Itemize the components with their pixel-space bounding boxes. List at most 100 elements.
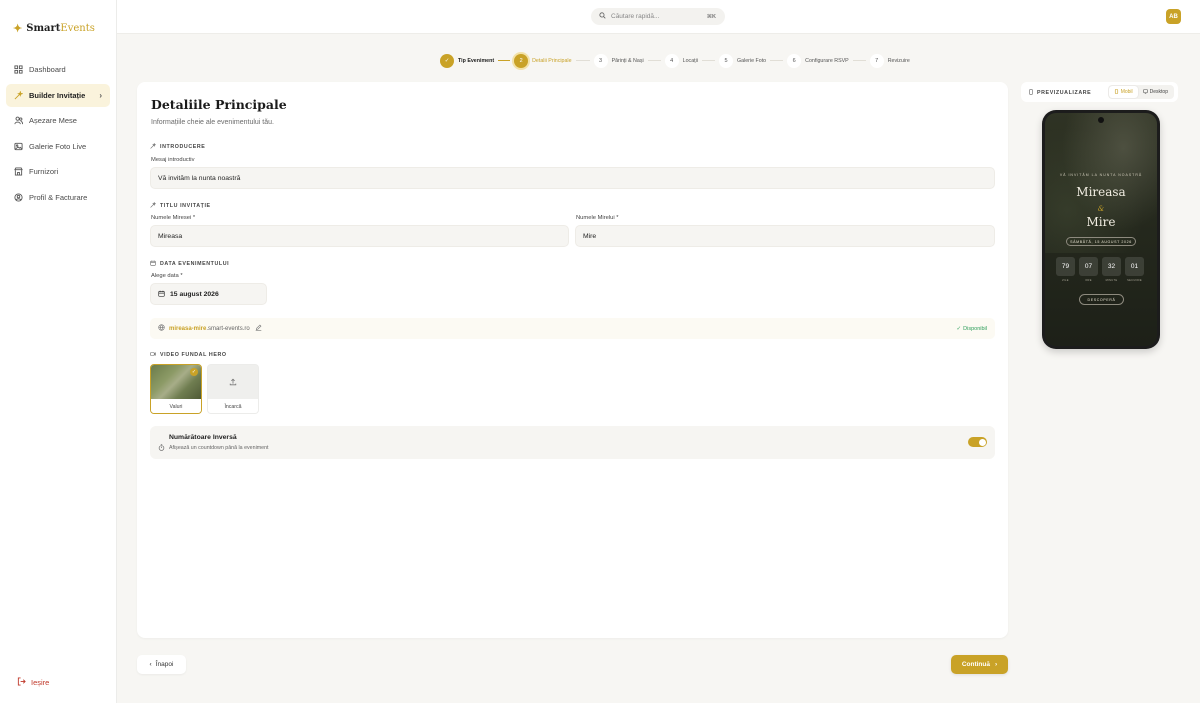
back-label: Înapoi [155, 661, 174, 668]
logout-label: Ieșire [31, 678, 50, 687]
edit-url-button[interactable] [255, 324, 262, 333]
countdown-title: Numărătoare Inversă [169, 434, 237, 441]
sidebar-item-profile[interactable]: Profil & Facturare [6, 186, 110, 209]
countdown-setting: Numărătoare Inversă Afișează un countdow… [150, 426, 995, 459]
check-icon: ✓ [956, 325, 962, 332]
chevron-left-icon: ‹ [149, 661, 152, 668]
magic-wand-icon [13, 90, 23, 100]
bride-value: Mireasa [158, 232, 183, 240]
step-1[interactable]: ✓ Tip Eveniment [440, 53, 494, 68]
intro-value: Vă invităm la nunta noastră [158, 174, 241, 182]
video-thumbnail: ✓ [151, 365, 201, 399]
countdown-minutes: 32 [1102, 257, 1121, 276]
groom-name-input[interactable]: Mire [575, 225, 995, 247]
search-icon [599, 12, 611, 21]
step-4[interactable]: 4 Locații [664, 53, 698, 68]
sidebar-item-label: Profil & Facturare [29, 192, 88, 202]
search-placeholder: Căutare rapidă... [611, 13, 660, 20]
grid-icon [13, 65, 23, 75]
step-number: 2 [514, 53, 529, 68]
search-shortcut: ⌘K [706, 13, 716, 20]
sidebar-item-builder[interactable]: Builder Invitație › [6, 83, 110, 107]
preview-discover-button[interactable]: DESCOPERĂ [1079, 294, 1124, 305]
step-number: 3 [593, 53, 608, 68]
countdown-days: 79 [1056, 257, 1075, 276]
logout-button[interactable]: Ieșire [17, 677, 49, 688]
magic-wand-icon [150, 201, 157, 210]
step-number: 6 [787, 53, 802, 68]
section-title-invitation: TITLU INVITAȚIE [150, 201, 211, 210]
step-label: Detalii Principale [532, 57, 572, 64]
countdown-unit: MINUTE [1105, 279, 1118, 282]
step-label: Galerie Foto [736, 57, 767, 64]
date-value: 15 august 2026 [170, 290, 219, 298]
globe-icon [158, 324, 165, 333]
countdown-unit: ORE [1085, 279, 1092, 282]
brand-name-part1: Smart [26, 23, 61, 34]
url-status-badge: ✓ Disponibil [957, 326, 987, 332]
section-title: DATA EVENIMENTULUI [160, 261, 230, 267]
step-connector [647, 60, 661, 61]
sidebar: ✦ Smart Events Dashboard Builder Invitați… [0, 0, 117, 703]
preview-title-text: PREVIZUALIZARE [1037, 90, 1092, 96]
sidebar-item-dashboard[interactable]: Dashboard [6, 58, 110, 81]
step-7[interactable]: 7 Revizuire [869, 53, 910, 68]
brand-name-part2: Events [60, 23, 95, 34]
section-title: VIDEO FUNDAL HERO [160, 352, 227, 358]
date-label: Alege data * [151, 273, 183, 279]
monitor-icon [1142, 88, 1148, 96]
bride-label: Numele Miresei * [151, 215, 196, 221]
phone-icon [1028, 89, 1034, 97]
step-label: Revizuire [887, 57, 910, 64]
countdown-toggle[interactable] [968, 437, 987, 447]
groom-label: Numele Mirelui * [576, 215, 619, 221]
logout-icon [17, 677, 26, 688]
mode-mobile-button[interactable]: Mobil [1108, 86, 1138, 98]
step-5[interactable]: 5 Galerie Foto [718, 53, 767, 68]
step-number: 4 [664, 53, 679, 68]
event-url-row: mireasa-mire .smart-events.ro ✓ Disponibil [150, 318, 995, 339]
back-button[interactable]: ‹ Înapoi [137, 655, 186, 674]
section-date: DATA EVENIMENTULUI [150, 260, 229, 268]
date-picker[interactable]: 15 august 2026 [150, 283, 267, 305]
intro-label: Mesaj introductiv [151, 157, 195, 163]
calendar-icon [158, 290, 170, 299]
sidebar-item-seating[interactable]: Așezare Mese [6, 109, 110, 132]
url-domain: .smart-events.ro [206, 325, 250, 332]
wizard-stepper: ✓ Tip Eveniment 2 Detalii Principale 3 P… [440, 53, 910, 68]
search-input[interactable]: Căutare rapidă... ⌘K [591, 8, 725, 25]
step-connector [701, 60, 715, 61]
preview-groom: Mire [1086, 215, 1116, 229]
calendar-icon [150, 260, 156, 268]
phone-icon [1114, 88, 1119, 96]
step-2[interactable]: 2 Detalii Principale [514, 53, 572, 68]
step-label: Părinți & Nași [611, 57, 644, 64]
video-option-upload[interactable]: Încarcă [207, 364, 259, 414]
video-option-waves[interactable]: ✓ Valuri [150, 364, 202, 414]
phone-preview: VĂ INVITĂM LA NUNTA NOASTRĂ Mireasa & Mi… [1042, 110, 1160, 349]
sidebar-item-label: Galerie Foto Live [29, 141, 87, 151]
sidebar-item-vendors[interactable]: Furnizori [6, 160, 110, 183]
preview-intro: VĂ INVITĂM LA NUNTA NOASTRĂ [1059, 173, 1143, 177]
continue-button[interactable]: Continuă › [951, 655, 1008, 674]
section-title: TITLU INVITAȚIE [160, 203, 211, 209]
countdown-hours: 07 [1079, 257, 1098, 276]
sidebar-item-gallery[interactable]: Galerie Foto Live [6, 135, 110, 158]
video-option-label: Valuri [151, 399, 201, 413]
mode-desktop-button[interactable]: Desktop [1138, 86, 1173, 98]
sidebar-item-label: Furnizori [29, 167, 59, 176]
bride-name-input[interactable]: Mireasa [150, 225, 569, 247]
preview-ampersand: & [1097, 205, 1105, 213]
intro-message-input[interactable]: Vă invităm la nunta noastră [150, 167, 995, 189]
timer-icon [158, 438, 165, 451]
continue-label: Continuă [961, 661, 990, 668]
step-connector [575, 60, 590, 61]
sidebar-item-label: Builder Invitație [29, 90, 86, 100]
step-6[interactable]: 6 Configurare RSVP [787, 53, 849, 68]
phone-screen: VĂ INVITĂM LA NUNTA NOASTRĂ Mireasa & Mi… [1045, 113, 1157, 346]
pencil-icon [255, 324, 262, 333]
brand-logo[interactable]: ✦ Smart Events [13, 22, 95, 35]
topbar: Căutare rapidă... ⌘K AB [117, 0, 1200, 34]
avatar[interactable]: AB [1166, 9, 1181, 24]
step-3[interactable]: 3 Părinți & Nași [593, 53, 644, 68]
